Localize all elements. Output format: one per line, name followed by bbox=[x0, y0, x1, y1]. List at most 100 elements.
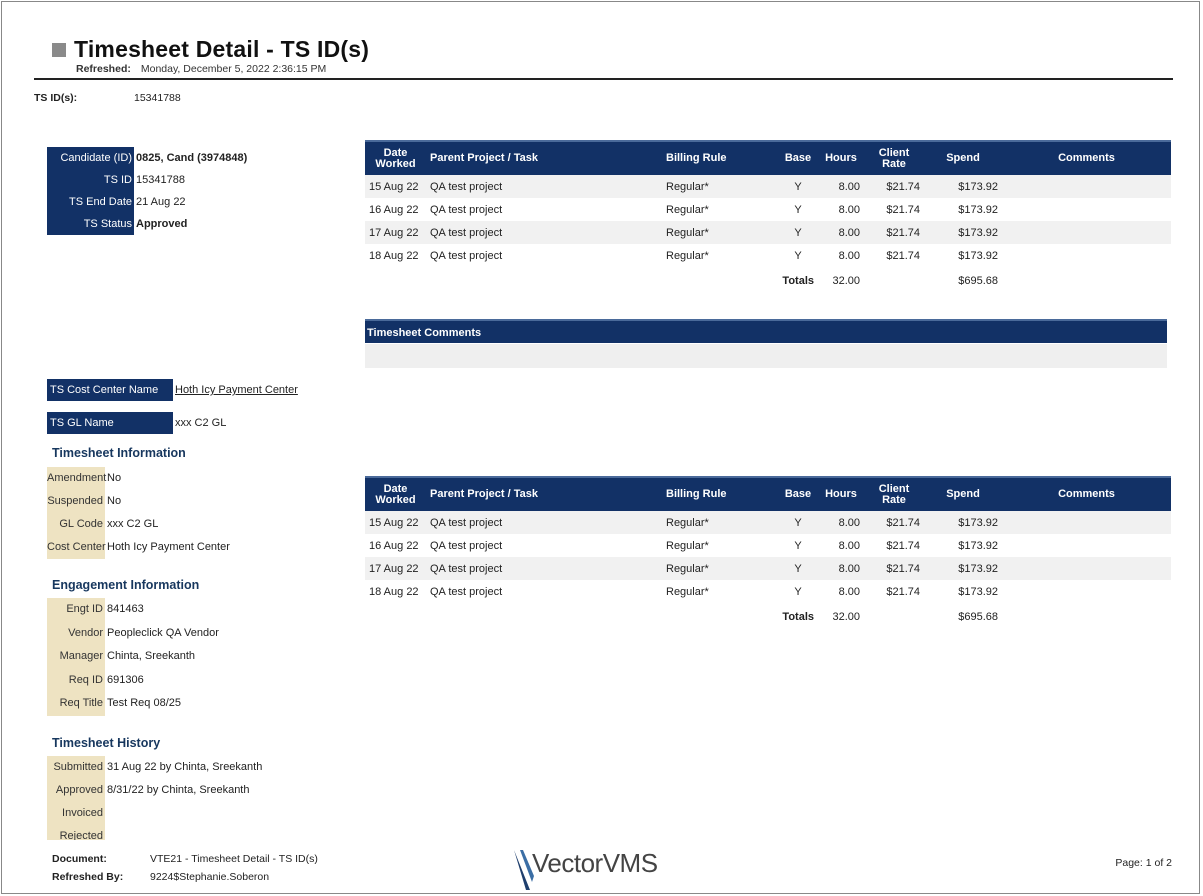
totals-spend: $695.68 bbox=[958, 275, 998, 287]
tsids-label: TS ID(s): bbox=[34, 92, 78, 104]
totals-row: Totals 32.00 $695.68 bbox=[365, 603, 1171, 631]
refreshed-by-value: 9224$Stephanie.Soberon bbox=[150, 871, 270, 883]
refreshed-label: Refreshed: bbox=[76, 63, 131, 75]
kv-label: Req ID bbox=[47, 668, 105, 692]
footer-document: Document: VTE21 - Timesheet Detail - TS I… bbox=[52, 853, 318, 865]
kv-label: Vendor bbox=[47, 621, 105, 645]
col-comments: Comments bbox=[1002, 140, 1171, 175]
kv-label: Submitted bbox=[47, 756, 105, 779]
kv-value: Peopleclick QA Vendor bbox=[107, 626, 219, 639]
cell-comments bbox=[1002, 198, 1171, 221]
table-header: Date Worked Parent Project / Task Billing… bbox=[365, 140, 1171, 175]
kv-label: Rejected bbox=[47, 825, 105, 840]
cell-rate: $21.74 bbox=[886, 203, 920, 216]
cell-hours: 8.00 bbox=[838, 249, 860, 262]
cell-base: Y bbox=[794, 585, 802, 598]
cell-hours: 8.00 bbox=[838, 585, 860, 598]
totals-row: Totals 32.00 $695.68 bbox=[365, 267, 1171, 295]
tsids-value: 15341788 bbox=[134, 92, 181, 104]
cell-project: QA test project bbox=[426, 557, 662, 580]
timesheet-comments-heading: Timesheet Comments bbox=[365, 319, 1167, 343]
cell-spend: $173.92 bbox=[958, 585, 998, 598]
cell-billing-rule: Regular* bbox=[662, 511, 778, 534]
cell-spend: $173.92 bbox=[924, 221, 1002, 244]
cell-date: 18 Aug 22 bbox=[369, 585, 419, 598]
kv-value: 31 Aug 22 by Chinta, Sreekanth bbox=[107, 761, 263, 773]
cost-center-value[interactable]: Hoth Icy Payment Center bbox=[175, 384, 298, 396]
col-date-worked: Date Worked bbox=[365, 140, 426, 175]
col-hours: Hours bbox=[818, 140, 864, 175]
cell-spend: $173.92 bbox=[924, 511, 1002, 534]
cell-billing-rule: Regular* bbox=[666, 585, 709, 598]
kv-value: No bbox=[107, 472, 122, 484]
kv-value: Hoth Icy Payment Center bbox=[107, 541, 230, 553]
cell-date: 15 Aug 22 bbox=[365, 511, 426, 534]
cell-project: QA test project bbox=[430, 249, 503, 262]
cell-comments bbox=[1002, 534, 1171, 557]
page-number: Page: 1 of 2 bbox=[1115, 857, 1172, 869]
kv-label: Suspended bbox=[47, 490, 105, 513]
timesheet-info-heading: Timesheet Information bbox=[52, 446, 186, 460]
cell-spend: $173.92 bbox=[958, 539, 998, 552]
kv-label: TS Status bbox=[47, 213, 134, 235]
cost-center-label: TS Cost Center Name bbox=[47, 379, 173, 401]
cell-project: QA test project bbox=[430, 539, 503, 552]
history-block: Submitted 31 Aug 22 by Chinta, Sreekanth A… bbox=[47, 756, 347, 840]
kv-label: Amendment bbox=[47, 467, 106, 490]
cell-rate: $21.74 bbox=[886, 585, 920, 598]
kv-label: Req Title bbox=[47, 692, 105, 716]
footer-refreshed-by: Refreshed By: 9224$Stephanie.Soberon bbox=[52, 871, 269, 883]
cell-base: Y bbox=[778, 511, 818, 534]
cell-comments bbox=[1002, 221, 1171, 244]
timesheet-comments-body bbox=[365, 344, 1167, 368]
cell-billing-rule: Regular* bbox=[666, 249, 709, 262]
cell-hours: 8.00 bbox=[838, 203, 860, 216]
cell-comments bbox=[1002, 511, 1171, 534]
refreshed-value: Monday, December 5, 2022 2:36:15 PM bbox=[140, 63, 327, 75]
cell-date: 16 Aug 22 bbox=[369, 539, 419, 552]
cell-spend: $173.92 bbox=[924, 175, 1002, 198]
cell-hours: 8.00 bbox=[818, 221, 864, 244]
cell-rate: $21.74 bbox=[864, 557, 924, 580]
cell-date: 16 Aug 22 bbox=[369, 203, 419, 216]
cell-rate: $21.74 bbox=[886, 249, 920, 262]
kv-value: xxx C2 GL bbox=[107, 518, 159, 530]
cell-billing-rule: Regular* bbox=[666, 203, 709, 216]
document-value: VTE21 - Timesheet Detail - TS ID(s) bbox=[150, 853, 318, 865]
kv-label: Approved bbox=[47, 779, 105, 802]
refreshed-by-label: Refreshed By: bbox=[52, 871, 124, 883]
cell-project: QA test project bbox=[426, 221, 662, 244]
totals-hours: 32.00 bbox=[832, 611, 860, 623]
timesheet-table-1: Date Worked Parent Project / Task Billing… bbox=[365, 140, 1171, 295]
gl-name-value: xxx C2 GL bbox=[175, 417, 227, 429]
cell-base: Y bbox=[778, 557, 818, 580]
table-row: 15 Aug 22 QA test project Regular* Y 8.00 $21… bbox=[365, 175, 1171, 198]
cell-hours: 8.00 bbox=[838, 539, 860, 552]
cell-comments bbox=[1002, 580, 1171, 603]
kv-value: Approved bbox=[136, 218, 188, 230]
document-label: Document: bbox=[52, 853, 107, 865]
cell-date: 18 Aug 22 bbox=[369, 249, 419, 262]
kv-label: Invoiced bbox=[47, 802, 105, 825]
kv-value: 8/31/22 by Chinta, Sreekanth bbox=[107, 784, 250, 796]
col-spend: Spend bbox=[924, 476, 1002, 511]
col-billing-rule: Billing Rule bbox=[662, 140, 778, 175]
kv-value: 691306 bbox=[107, 673, 144, 686]
kv-label: TS End Date bbox=[47, 191, 134, 213]
cell-comments bbox=[1002, 175, 1171, 198]
col-base: Base bbox=[778, 476, 818, 511]
cell-hours: 8.00 bbox=[818, 511, 864, 534]
cell-spend: $173.92 bbox=[958, 249, 998, 262]
col-project: Parent Project / Task bbox=[426, 140, 662, 175]
cell-comments bbox=[1002, 557, 1171, 580]
kv-value: No bbox=[107, 495, 122, 507]
page-title: Timesheet Detail - TS ID(s) bbox=[74, 36, 370, 62]
cell-base: Y bbox=[778, 175, 818, 198]
col-base: Base bbox=[778, 140, 818, 175]
cell-billing-rule: Regular* bbox=[666, 539, 709, 552]
kv-value: 0825, Cand (3974848) bbox=[136, 152, 248, 164]
cell-comments bbox=[1002, 244, 1171, 267]
cell-project: QA test project bbox=[430, 585, 503, 598]
kv-value: 21 Aug 22 bbox=[136, 196, 186, 208]
totals-spend: $695.68 bbox=[958, 611, 998, 623]
